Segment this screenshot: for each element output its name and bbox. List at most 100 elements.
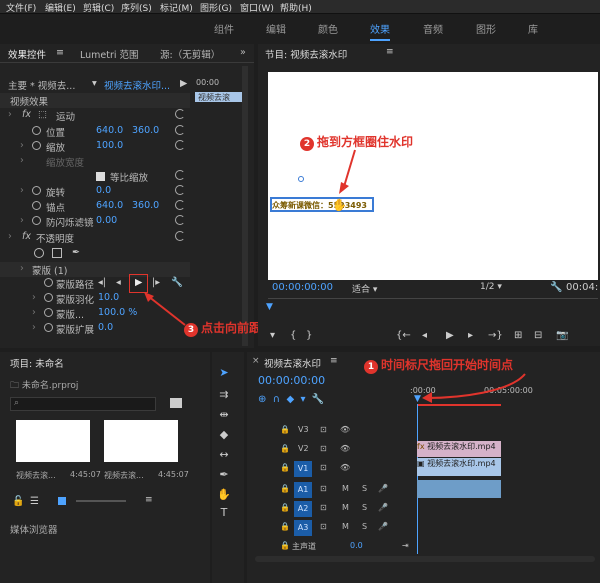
menu-icon[interactable]: ≡ [56, 47, 64, 58]
workspace-graphics[interactable]: 图形 [476, 21, 496, 36]
workspace-editing[interactable]: 编辑 [266, 21, 286, 36]
lock-icon[interactable]: 🔒 [280, 484, 290, 493]
timeline-timecode[interactable]: 00:00:00:00 [258, 374, 325, 387]
mask-opacity-value[interactable]: 100.0 % [98, 307, 137, 318]
reset-icon[interactable] [175, 170, 185, 180]
expand-icon[interactable]: › [32, 322, 36, 333]
reset-icon[interactable] [175, 215, 185, 225]
menu-graphics[interactable]: 图形(G) [200, 1, 232, 14]
link-icon[interactable]: ∩ [273, 394, 280, 405]
video-frame[interactable] [268, 72, 598, 280]
program-scrubber[interactable] [268, 298, 598, 312]
menu-icon[interactable]: ≡ [330, 356, 338, 366]
stopwatch-icon[interactable] [44, 308, 53, 317]
menu-edit[interactable]: 编辑(E) [45, 1, 76, 14]
lock-icon[interactable]: 🔓 [12, 496, 24, 507]
tab-effect-controls[interactable]: 效果控件 [8, 47, 46, 61]
lock-icon[interactable]: 🔒 [280, 444, 290, 453]
menu-sequence[interactable]: 序列(S) [121, 1, 152, 14]
sync-icon[interactable]: ⊡ [320, 444, 327, 453]
lock-icon[interactable]: 🔒 [280, 541, 290, 550]
wrench-icon[interactable]: 🔧 [312, 394, 324, 405]
icon-view-icon[interactable] [58, 497, 66, 505]
track-backward-icon[interactable]: ◂| [98, 277, 106, 288]
stopwatch-icon[interactable] [32, 216, 41, 225]
solo-button[interactable]: S [362, 522, 367, 531]
mute-button[interactable]: M [342, 484, 349, 493]
mic-icon[interactable]: 🎤 [378, 522, 388, 531]
play-icon[interactable]: ▶ [180, 78, 187, 89]
mic-icon[interactable]: 🎤 [378, 484, 388, 493]
mute-button[interactable]: M [342, 503, 349, 512]
pen-tool-icon[interactable]: ✒ [216, 468, 232, 482]
reset-icon[interactable] [175, 109, 185, 119]
menu-markers[interactable]: 标记(M) [160, 1, 193, 14]
media-browser-tab[interactable]: 媒体浏览器 [10, 522, 58, 536]
rotation-value[interactable]: 0.0 [96, 185, 111, 196]
reset-icon[interactable] [175, 125, 185, 135]
sync-icon[interactable]: ⊡ [320, 484, 327, 493]
lock-icon[interactable]: 🔒 [280, 463, 290, 472]
expand-icon[interactable]: › [32, 292, 36, 303]
thumbnail-2[interactable] [104, 420, 178, 462]
expand-icon[interactable]: › [20, 140, 24, 151]
track-a2-target[interactable]: A2 [294, 501, 312, 517]
timeline-scrollbar[interactable] [255, 556, 595, 562]
ellipse-mask-icon[interactable] [34, 248, 44, 258]
thumbnail-1[interactable] [16, 420, 90, 462]
go-to-end-icon[interactable]: ⇥ [402, 541, 409, 550]
play-button[interactable]: ▶ [446, 330, 454, 341]
track-backward-frame-icon[interactable]: ◂ [116, 277, 121, 288]
mask-feather-value[interactable]: 10.0 [98, 292, 119, 303]
master-clip-label[interactable]: 主要 * 视频去... [8, 78, 75, 92]
solo-button[interactable]: S [362, 484, 367, 493]
sync-icon[interactable]: ⊡ [320, 463, 327, 472]
stopwatch-icon[interactable] [44, 293, 53, 302]
track-a1-target[interactable]: A1 [294, 482, 312, 498]
track-forward-icon[interactable]: |▸ [152, 277, 160, 288]
go-to-in-icon[interactable]: {← [396, 330, 411, 341]
sequence-clip-label[interactable]: 视频去滚水印... [104, 78, 170, 92]
expand-icon[interactable]: › [20, 215, 24, 226]
chevron-down-icon[interactable]: ▾ [92, 78, 97, 89]
lock-icon[interactable]: 🔒 [280, 522, 290, 531]
collapse-icon[interactable]: › [20, 263, 24, 274]
clip-a1[interactable] [417, 480, 501, 498]
tab-lumetri[interactable]: Lumetri 范围 [80, 47, 139, 61]
list-view-icon[interactable]: ☰ [30, 496, 39, 507]
workspace-libraries[interactable]: 库 [528, 21, 538, 36]
lock-icon[interactable]: 🔒 [280, 425, 290, 434]
program-timecode[interactable]: 00:00:00:00 [272, 282, 333, 293]
reset-icon[interactable] [175, 200, 185, 210]
collapse-icon[interactable]: › [8, 109, 12, 120]
pen-icon[interactable]: ✒ [72, 247, 80, 258]
marker-icon[interactable]: ▾ [270, 330, 275, 341]
eye-icon[interactable]: 👁 [340, 444, 350, 453]
position-y-value[interactable]: 360.0 [132, 125, 159, 136]
mask-handle[interactable] [298, 176, 304, 182]
reset-icon[interactable] [175, 140, 185, 150]
stopwatch-icon[interactable] [32, 126, 41, 135]
resolution-select[interactable]: 1/2 ▾ [480, 282, 502, 292]
fx-icon[interactable]: fx [22, 231, 31, 242]
hand-tool-icon[interactable]: ✋ [216, 488, 232, 502]
wrench-icon[interactable]: 🔧 [171, 277, 183, 288]
workspace-color[interactable]: 颜色 [318, 21, 338, 36]
sort-icon[interactable]: ≡ [145, 495, 153, 505]
eye-icon[interactable]: 👁 [340, 463, 350, 472]
anchor-x-value[interactable]: 640.0 [96, 200, 123, 211]
sync-icon[interactable]: ⊡ [320, 522, 327, 531]
tab-source[interactable]: 源:（无剪辑） [160, 47, 220, 61]
reset-icon[interactable] [175, 185, 185, 195]
scale-value[interactable]: 100.0 [96, 140, 123, 151]
mark-out-icon[interactable]: } [306, 330, 312, 341]
checkbox[interactable] [96, 172, 105, 181]
expand-icon[interactable]: » [240, 47, 246, 58]
workspace-audio[interactable]: 音频 [423, 21, 443, 36]
track-v1-target[interactable]: V1 [294, 461, 312, 477]
solo-button[interactable]: S [362, 503, 367, 512]
step-back-icon[interactable]: ◂ [422, 330, 427, 341]
menu-file[interactable]: 文件(F) [6, 1, 36, 14]
expand-icon[interactable]: › [20, 155, 24, 166]
ripple-edit-icon[interactable]: ⇹ [216, 408, 232, 422]
